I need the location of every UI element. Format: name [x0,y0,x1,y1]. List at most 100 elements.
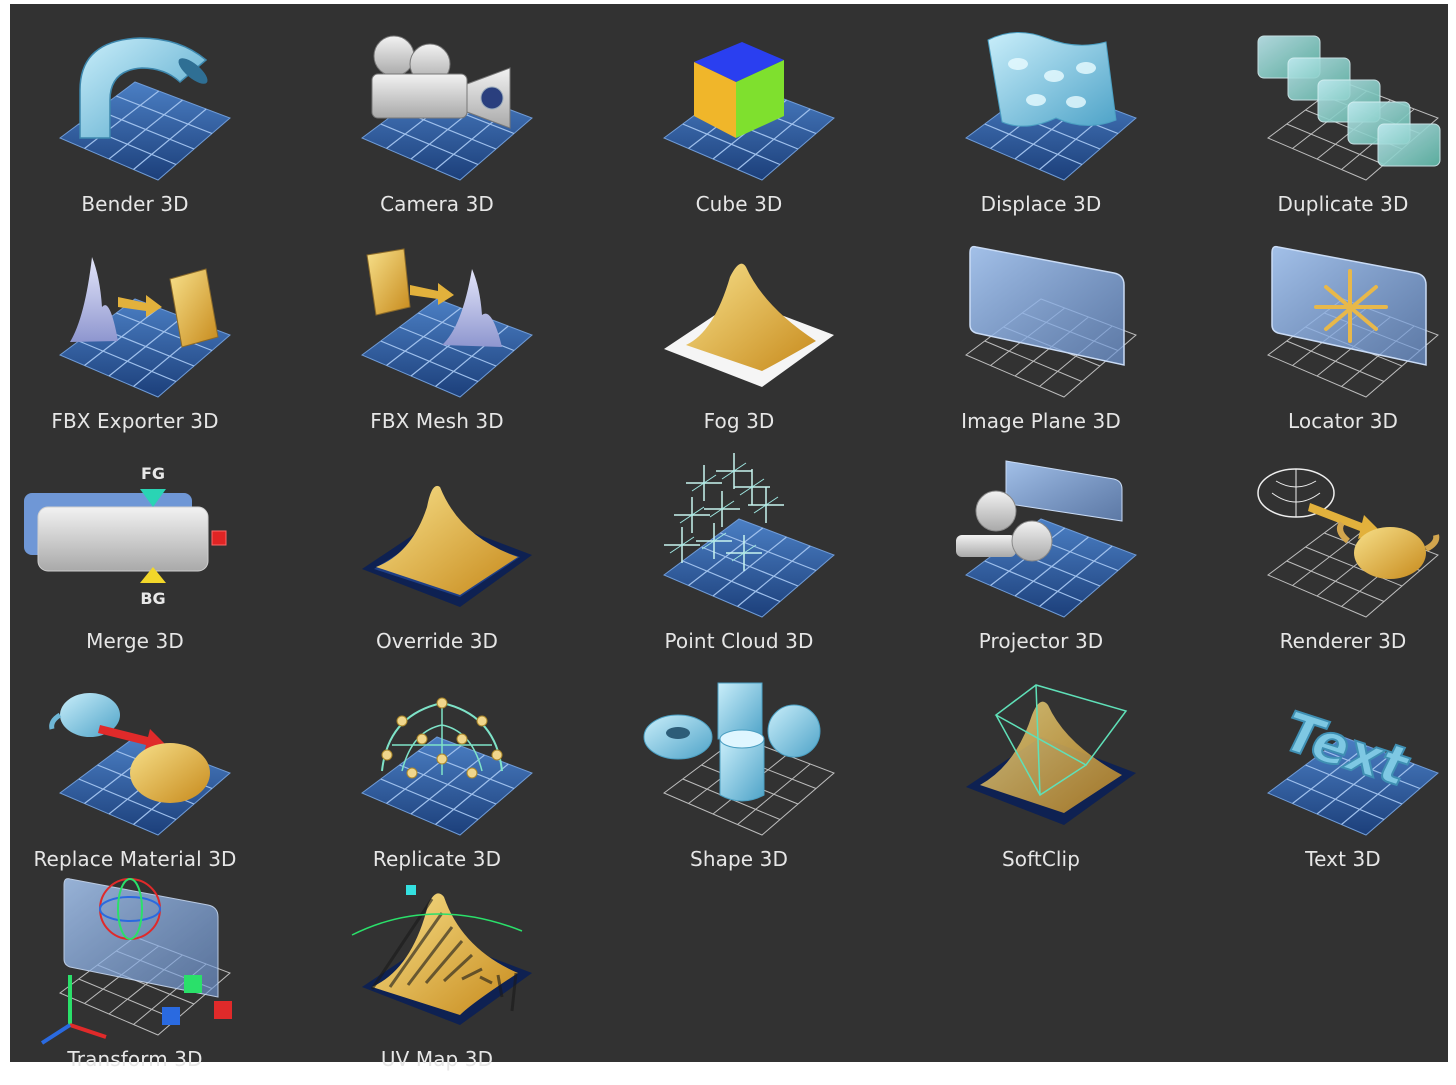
icon-part [1076,62,1096,74]
fbx-mesh-3d-icon [361,248,533,398]
icon-part [373,35,415,77]
tool-camera-3d[interactable]: Camera 3D [312,20,562,230]
icon-part [456,733,468,745]
tool-fbx-exporter-3d[interactable]: FBX Exporter 3D [10,237,260,447]
icon-part [1011,520,1053,562]
point-cloud-3d-icon [663,453,835,618]
icon-part [1066,96,1086,108]
icon-part [406,885,416,895]
icon-part [416,733,428,745]
icon-part [767,704,821,758]
icon-part [49,712,62,730]
tool-palette: Bender 3D Camera 3D Cube 3D Displace 3D … [10,4,1448,1071]
tool-label: Locator 3D [1287,409,1399,433]
cube-3d-icon [663,42,835,181]
tool-label: FBX Exporter 3D [51,409,219,433]
icon-part [480,86,504,110]
tool-fbx-mesh-3d[interactable]: FBX Mesh 3D [312,237,562,447]
tool-label: Displace 3D [980,192,1102,216]
icon-part [1354,527,1426,579]
icon-part [1377,123,1441,167]
tool-text-3d[interactable]: Text Text 3D [1218,675,1456,885]
tool-replicate-3d[interactable]: Replicate 3D [312,675,562,885]
icon-part [130,743,210,803]
tool-label: Shape 3D [690,847,788,871]
icon-part [436,697,448,709]
replace-material-3d-icon [49,693,231,836]
icon-part [436,753,448,765]
image-plane-3d-icon [965,245,1137,398]
tool-label: Point Cloud 3D [664,629,814,653]
icon-part [396,715,408,727]
bg-input-label: BG [140,589,165,608]
bender-3d-icon [59,37,231,181]
icon-part [719,729,765,749]
tool-label: Duplicate 3D [1277,192,1409,216]
tool-label: UV Map 3D [380,1047,494,1071]
softclip-icon [966,684,1136,825]
tool-renderer-3d[interactable]: Renderer 3D [1218,457,1456,667]
tool-bender-3d[interactable]: Bender 3D [10,20,260,230]
tool-label: Image Plane 3D [961,409,1121,433]
icon-part [371,73,468,119]
icon-part [214,1001,232,1019]
icon-part [40,1023,72,1045]
icon-part [975,490,1017,532]
tool-duplicate-3d[interactable]: Duplicate 3D [1218,20,1456,230]
icon-part [410,283,454,305]
tool-point-cloud-3d[interactable]: Point Cloud 3D [614,453,864,667]
tool-fog-3d[interactable]: Fog 3D [614,237,864,447]
icon-part [969,245,1125,366]
icon-part [1044,70,1064,82]
icon-part [1026,94,1046,106]
tool-label: Cube 3D [695,192,783,216]
fg-input-label: FG [141,464,165,483]
tool-shape-3d[interactable]: Shape 3D [614,675,864,885]
tool-projector-3d[interactable]: Projector 3D [916,457,1166,667]
icon-part [466,767,478,779]
renderer-3d-icon [1257,468,1440,618]
icon-part [956,535,1016,557]
tool-image-plane-3d[interactable]: Image Plane 3D [916,237,1166,447]
tool-displace-3d[interactable]: Displace 3D [916,20,1166,230]
icon-part [1005,460,1123,522]
icon-part [366,248,411,316]
transform-3d-icon [40,878,232,1045]
tool-softclip[interactable]: SoftClip [916,675,1166,885]
icon-part [69,1023,107,1039]
tool-label: FBX Mesh 3D [370,409,504,433]
icon-part [476,715,488,727]
tool-uv-map-3d[interactable]: UV Map 3D [312,875,562,1085]
text-3d-icon: Text [1267,700,1439,836]
shape-3d-icon [643,682,835,836]
tool-locator-3d[interactable]: Locator 3D [1218,237,1456,447]
tool-label: Replicate 3D [372,847,502,871]
icon-part [1008,58,1028,70]
tool-merge-3d[interactable]: FG BG Merge 3D [10,457,260,667]
camera-3d-icon [361,35,533,181]
tool-label: Transform 3D [67,1047,203,1071]
tool-label: Renderer 3D [1279,629,1407,653]
tool-override-3d[interactable]: Override 3D [312,457,562,667]
tool-cube-3d[interactable]: Cube 3D [614,20,864,230]
fog-3d-icon [664,263,834,387]
tool-label: Bender 3D [81,192,189,216]
tool-transform-3d[interactable]: Transform 3D [10,875,260,1085]
icon-part [70,257,118,342]
projector-3d-icon [956,460,1137,618]
duplicate-3d-icon [1257,35,1441,181]
uv-map-3d-icon [351,885,532,1025]
displace-3d-icon [965,32,1137,181]
tool-label: SoftClip [1001,847,1081,871]
icon-part [381,749,393,761]
tool-replace-material-3d[interactable]: Replace Material 3D [10,675,260,885]
locator-3d-icon [1267,245,1439,398]
tool-label: Override 3D [375,629,499,653]
icon-part [184,975,202,993]
override-3d-icon [362,485,532,607]
icon-part [162,1007,180,1025]
tool-label: Text 3D [1305,847,1381,871]
icon-part [666,727,690,739]
icon-part [211,530,227,546]
icon-part [406,767,418,779]
